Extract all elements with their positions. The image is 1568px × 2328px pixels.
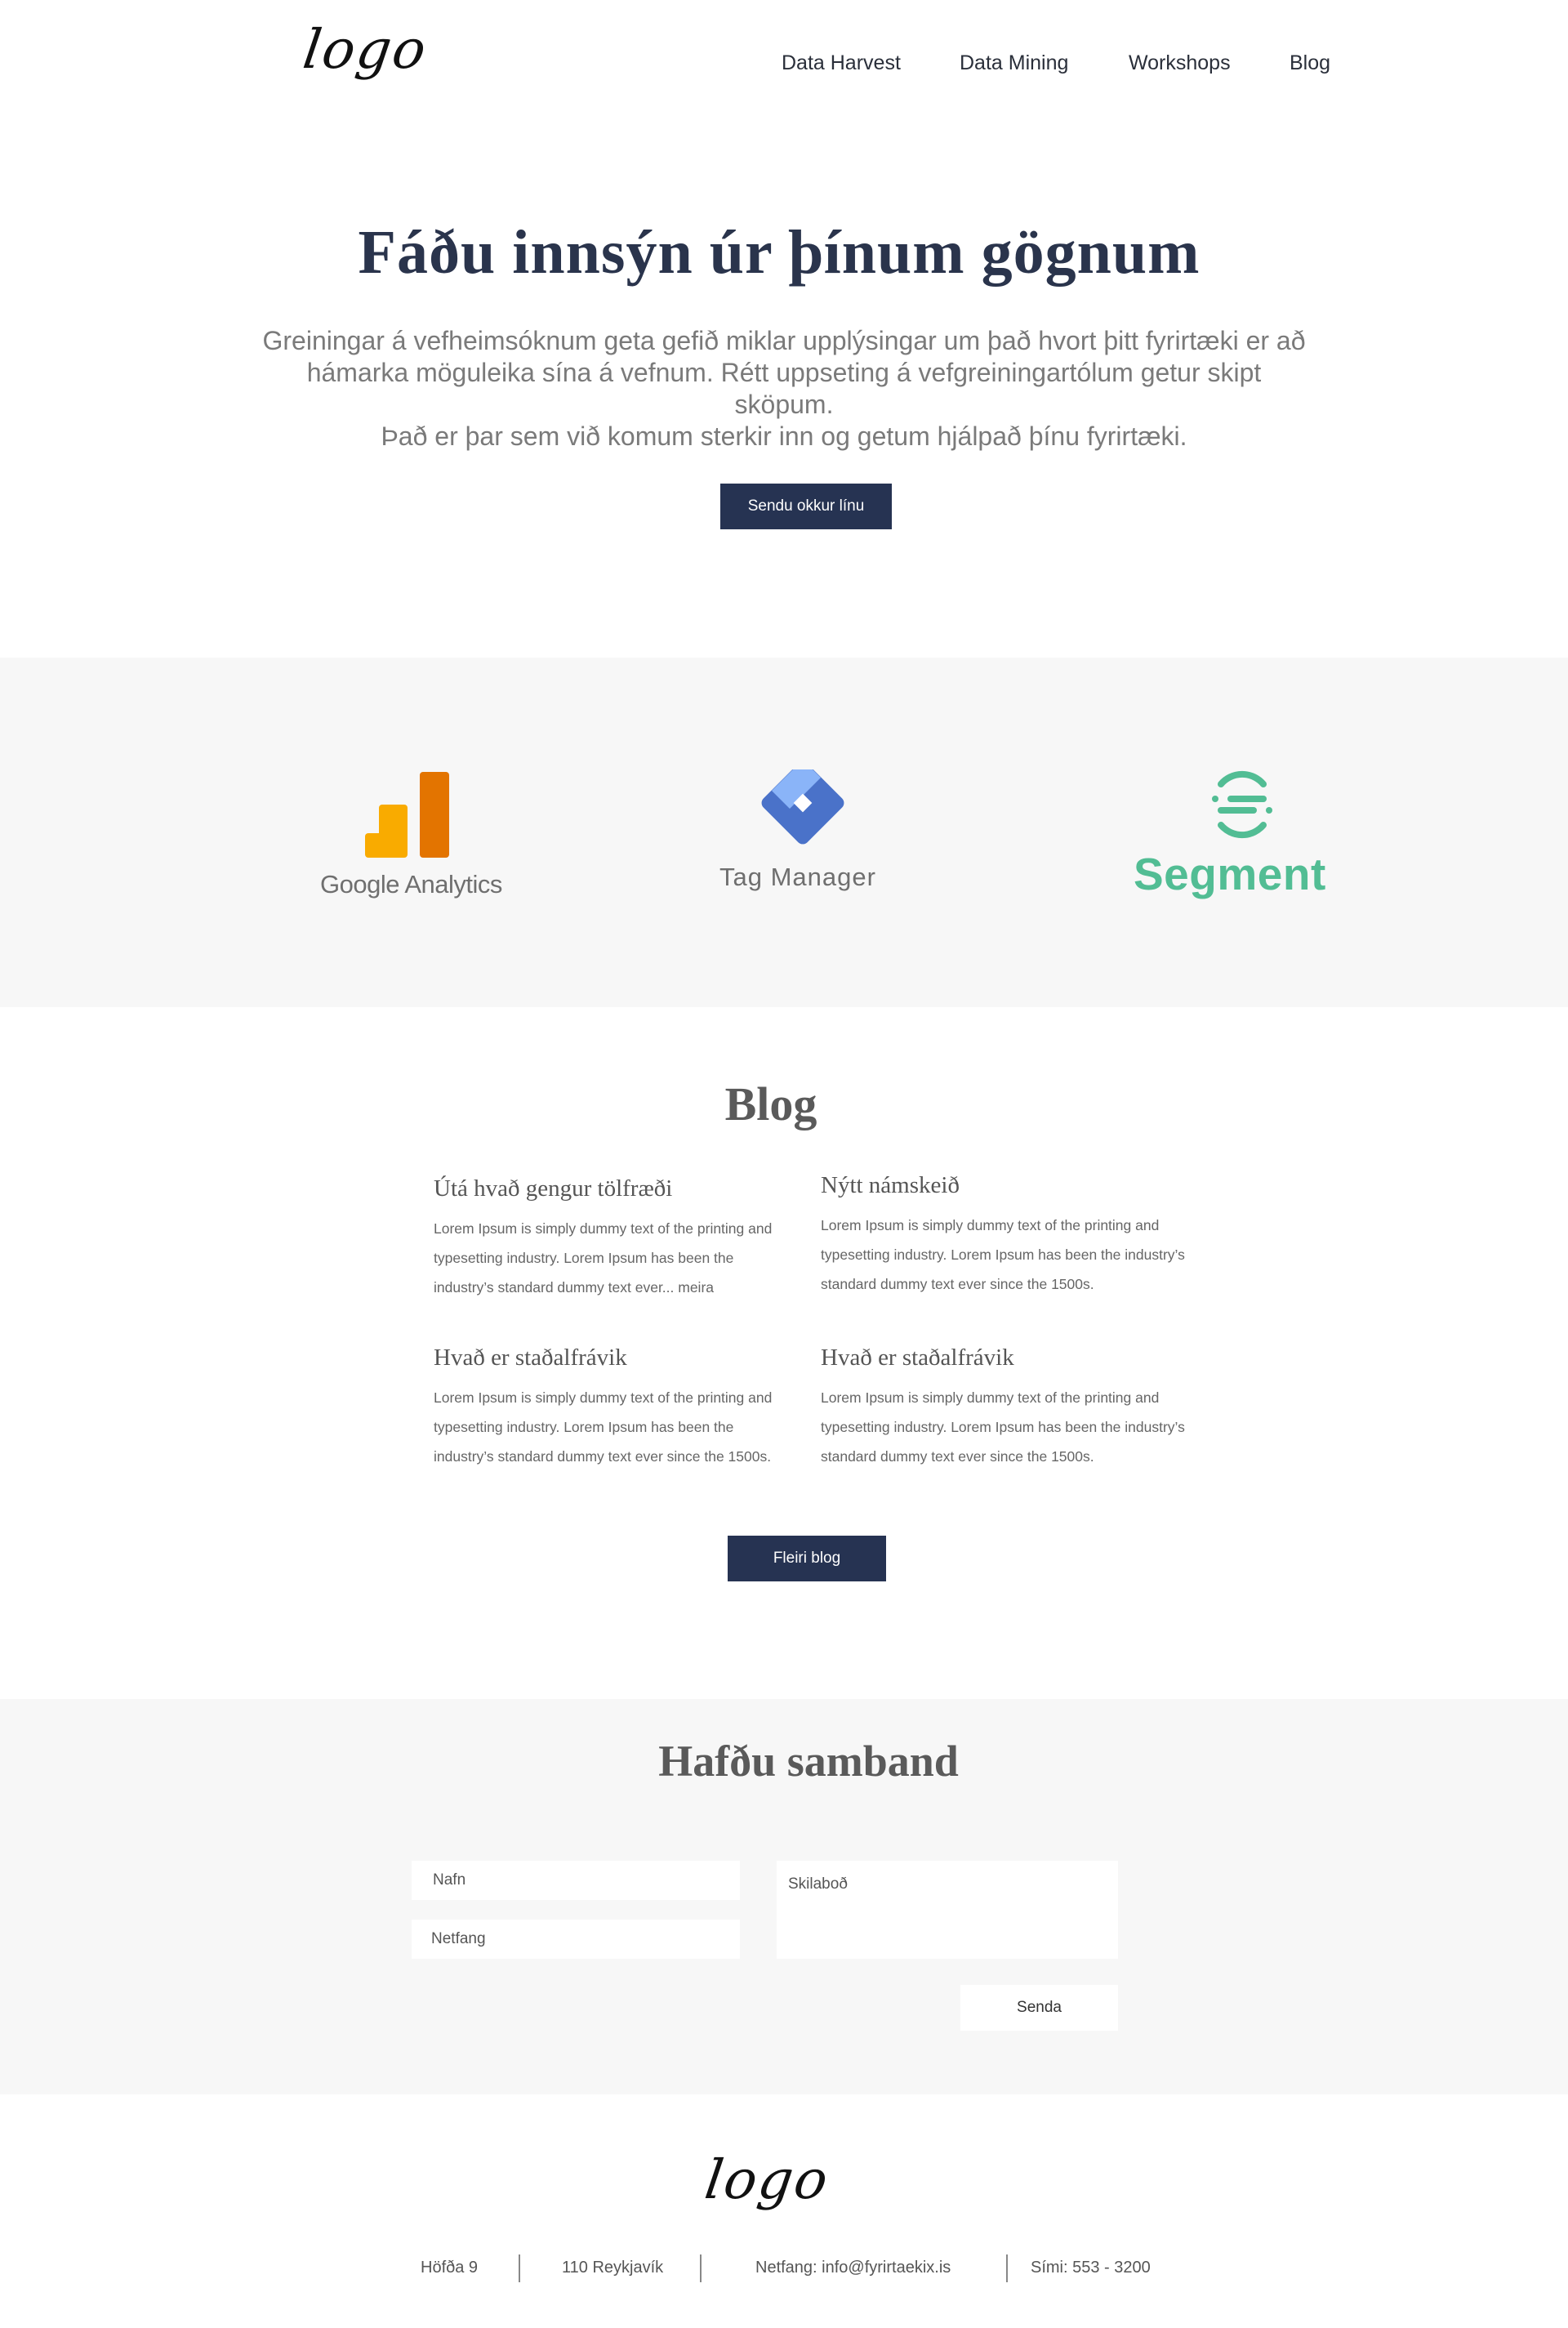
message-field[interactable]: Skilaboð (777, 1861, 1118, 1959)
hero-subtitle-line: Það er þar sem við komum sterkir inn og … (381, 421, 1187, 451)
google-analytics-label: Google Analytics (320, 870, 502, 899)
excerpt-line: standard dummy text ever since the 1500s… (821, 1276, 1094, 1292)
excerpt-line: typesetting industry. Lorem Ipsum has be… (434, 1419, 734, 1435)
nav-workshops[interactable]: Workshops (1129, 51, 1231, 75)
hero-title: Fáðu innsýn úr þínum gögnum (358, 218, 1200, 287)
excerpt-line: Lorem Ipsum is simply dummy text of the … (434, 1389, 773, 1406)
footer-divider (700, 2254, 702, 2282)
footer-logo[interactable]: logo (702, 2148, 834, 2211)
excerpt-line: Lorem Ipsum is simply dummy text of the … (821, 1389, 1160, 1406)
excerpt-line: Lorem Ipsum is simply dummy text of the … (821, 1217, 1160, 1233)
excerpt-line: industry’s standard dummy text ever sinc… (434, 1448, 772, 1465)
contact-cta-button[interactable]: Sendu okkur línu (720, 484, 892, 529)
blog-section-title: Blog (724, 1077, 817, 1131)
blog-post-excerpt: Lorem Ipsum is simply dummy text of the … (434, 1214, 809, 1302)
footer-divider (519, 2254, 520, 2282)
tag-manager-logo: Tag Manager (719, 769, 898, 908)
footer-phone[interactable]: Sími: 553 - 3200 (1031, 2259, 1151, 2277)
footer-email[interactable]: Netfang: info@fyrirtaekix.is (755, 2259, 951, 2277)
name-field[interactable]: Nafn (412, 1861, 740, 1900)
header-logo[interactable]: logo (300, 18, 432, 81)
contact-section: Hafðu samband Nafn Netfang Skilaboð Send… (0, 1699, 1568, 2094)
segment-label: Segment (1134, 849, 1326, 899)
blog-post[interactable]: Nýtt námskeið Lorem Ipsum is simply dumm… (821, 1172, 1196, 1299)
blog-post[interactable]: Hvað er staðalfrávik Lorem Ipsum is simp… (821, 1345, 1196, 1471)
excerpt-line: standard dummy text ever since the 1500s… (821, 1448, 1094, 1465)
segment-logo: Segment (1131, 766, 1343, 905)
blog-post-title[interactable]: Útá hvað gengur tölfræði (434, 1175, 809, 1202)
blog-post[interactable]: Hvað er staðalfrávik Lorem Ipsum is simp… (434, 1345, 809, 1471)
footer-divider (1006, 2254, 1008, 2282)
blog-post-excerpt: Lorem Ipsum is simply dummy text of the … (821, 1211, 1196, 1299)
partner-logos-section: Google Analytics Tag Manager Segment (0, 658, 1568, 1007)
email-field[interactable]: Netfang (412, 1920, 740, 1959)
blog-post-title[interactable]: Nýtt námskeið (821, 1172, 1196, 1199)
segment-icon (1212, 770, 1272, 839)
blog-post-title[interactable]: Hvað er staðalfrávik (434, 1345, 809, 1371)
nav-data-mining[interactable]: Data Mining (960, 51, 1068, 75)
nav-blog[interactable]: Blog (1290, 51, 1330, 75)
excerpt-line: industry’s standard dummy text ever... m… (434, 1279, 715, 1296)
footer-city: 110 Reykjavík (562, 2259, 664, 2277)
hero-subtitle: Greiningar á vefheimsóknum geta gefið mi… (257, 325, 1311, 453)
hero-subtitle-line: hámarka möguleika sína á vefnum. Rétt up… (306, 358, 1262, 419)
send-button[interactable]: Senda (960, 1985, 1118, 2031)
more-blog-button[interactable]: Fleiri blog (728, 1536, 886, 1581)
contact-section-title: Hafðu samband (658, 1737, 959, 1786)
tag-manager-icon (761, 769, 844, 845)
nav-data-harvest[interactable]: Data Harvest (782, 51, 901, 75)
excerpt-line: Lorem Ipsum is simply dummy text of the … (434, 1220, 773, 1237)
blog-post[interactable]: Útá hvað gengur tölfræði Lorem Ipsum is … (434, 1175, 809, 1302)
excerpt-line: typesetting industry. Lorem Ipsum has be… (434, 1250, 734, 1266)
blog-post-excerpt: Lorem Ipsum is simply dummy text of the … (821, 1383, 1196, 1471)
google-analytics-logo: Google Analytics (320, 772, 502, 911)
blog-post-excerpt: Lorem Ipsum is simply dummy text of the … (434, 1383, 809, 1471)
excerpt-line: typesetting industry. Lorem Ipsum has be… (821, 1247, 1185, 1263)
excerpt-line: typesetting industry. Lorem Ipsum has be… (821, 1419, 1185, 1435)
footer-address: Höfða 9 (421, 2259, 479, 2277)
hero-subtitle-line: Greiningar á vefheimsóknum geta gefið mi… (262, 326, 1306, 355)
tag-manager-label: Tag Manager (719, 863, 876, 891)
blog-post-title[interactable]: Hvað er staðalfrávik (821, 1345, 1196, 1371)
google-analytics-icon (365, 772, 449, 858)
